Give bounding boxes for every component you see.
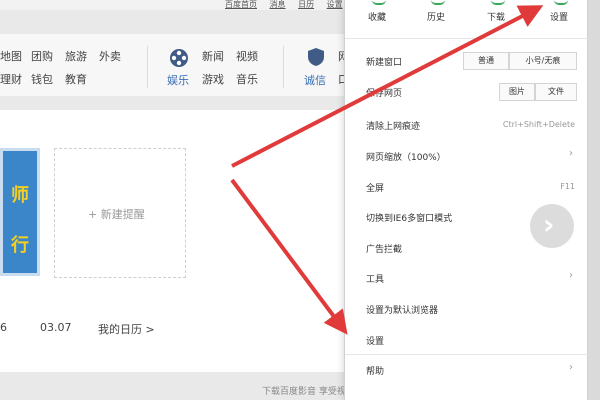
- download-icon: [491, 0, 505, 5]
- chevron-right-icon: ›: [543, 208, 555, 241]
- browser-menu-panel: 收藏 历史 下载 设置 新建窗口 普通 小号/无痕 保存网页 图片 文件 清除上…: [344, 0, 589, 400]
- calendar-date: 03.07: [40, 321, 72, 334]
- menu-item-zoom[interactable]: 网页缩放（100%）: [366, 150, 446, 163]
- toplink-settings[interactable]: 设置: [327, 0, 343, 9]
- nav-link-travel[interactable]: 旅游: [65, 48, 87, 64]
- shield-icon: [308, 48, 324, 66]
- menu-separator: [345, 38, 589, 39]
- menu-item-settings[interactable]: 设置: [366, 334, 384, 347]
- new-reminder-label: + 新建提醒: [88, 208, 145, 221]
- settings-gear-icon: [554, 0, 568, 5]
- menu-favorites[interactable]: 收藏: [368, 10, 386, 23]
- menu-item-save-page[interactable]: 保存网页: [366, 86, 402, 99]
- my-calendar-link[interactable]: 我的日历 >: [98, 321, 155, 337]
- nav-label-entertainment[interactable]: 娱乐: [167, 72, 189, 88]
- menu-downloads[interactable]: 下载: [487, 10, 505, 23]
- chevron-right-icon: ›: [569, 270, 573, 281]
- nav-divider: [283, 46, 284, 88]
- menu-item-help[interactable]: 帮助: [366, 364, 384, 377]
- nav-label-integrity[interactable]: 诚信: [304, 72, 326, 88]
- film-reel-icon: [170, 49, 188, 67]
- menu-history[interactable]: 历史: [427, 10, 445, 23]
- nav-link-map[interactable]: 地图: [0, 48, 22, 64]
- favorites-icon: [372, 0, 386, 5]
- nav-link-news[interactable]: 新闻: [202, 48, 224, 64]
- save-image-button[interactable]: 图片: [499, 83, 535, 101]
- menu-item-clear-traces[interactable]: 清除上网痕迹: [366, 119, 420, 132]
- history-icon: [431, 0, 445, 5]
- nav-link-groupbuy[interactable]: 团购: [31, 48, 53, 64]
- nav-link-games[interactable]: 游戏: [202, 71, 224, 87]
- nav-link-finance[interactable]: 理财: [0, 71, 22, 87]
- thumb-text-1: 师: [11, 185, 29, 206]
- fullscreen-shortcut: F11: [560, 182, 575, 191]
- menu-item-fullscreen[interactable]: 全屏: [366, 181, 384, 194]
- menu-item-ie6-mode[interactable]: 切换到IE6多窗口模式: [366, 211, 452, 224]
- nav-link-video[interactable]: 视频: [236, 48, 258, 64]
- menu-item-new-window[interactable]: 新建窗口: [366, 55, 402, 68]
- new-window-private-button[interactable]: 小号/无痕: [509, 52, 577, 70]
- nav-link-music[interactable]: 音乐: [236, 71, 258, 87]
- nav-link-wallet[interactable]: 钱包: [31, 71, 53, 87]
- nav-divider: [147, 46, 148, 88]
- scrollbar-track[interactable]: [588, 0, 600, 400]
- menu-item-default-browser[interactable]: 设置为默认浏览器: [366, 303, 438, 316]
- save-file-button[interactable]: 文件: [535, 83, 577, 101]
- menu-separator: [345, 354, 589, 355]
- thumb-text-2: 行: [11, 235, 29, 256]
- top-links: 百度首页 消息 日历 设置: [225, 0, 353, 10]
- chevron-right-icon: ›: [569, 148, 573, 159]
- nav-link-education[interactable]: 教育: [65, 71, 87, 87]
- menu-item-tools[interactable]: 工具: [366, 272, 384, 285]
- toplink-baidu-home[interactable]: 百度首页: [225, 0, 257, 9]
- clear-traces-shortcut: Ctrl+Shift+Delete: [502, 120, 575, 129]
- new-window-normal-button[interactable]: 普通: [463, 52, 509, 70]
- calendar-date: 6: [0, 321, 7, 334]
- promo-thumbnail[interactable]: 师 行: [0, 148, 40, 276]
- menu-item-adblock[interactable]: 广告拦截: [366, 242, 402, 255]
- menu-settings-icon-button[interactable]: 设置: [550, 10, 568, 23]
- toplink-calendar[interactable]: 日历: [298, 0, 314, 9]
- chevron-right-icon: ›: [569, 362, 573, 373]
- next-arrow-button[interactable]: ›: [530, 204, 574, 248]
- toplink-messages[interactable]: 消息: [270, 0, 286, 9]
- nav-link-takeout[interactable]: 外卖: [99, 48, 121, 64]
